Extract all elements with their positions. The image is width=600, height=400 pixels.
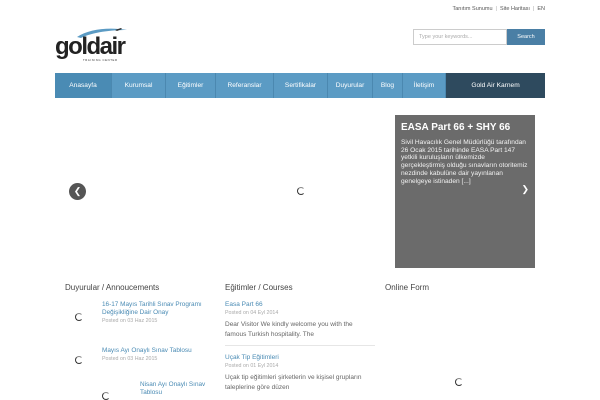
courses-column: Eğitimler / Courses Easa Part 66 Posted …: [215, 276, 375, 400]
announcement-date: Posted on 03 Haz 2015: [102, 317, 158, 324]
online-form-heading: Online Form: [385, 283, 430, 292]
course-title[interactable]: Easa Part 66: [225, 301, 375, 308]
main-nav: Anasayfa Kurumsal Eğitimler Referanslar …: [55, 73, 545, 98]
logo[interactable]: goldair TRAINING CENTER: [55, 27, 130, 62]
loading-spinner-icon: [75, 356, 83, 364]
list-item: 16-17 Mayıs Tarihli Sınav Programı Değiş…: [102, 301, 212, 324]
slider-caption-title[interactable]: EASA Part 66 + SHY 66: [401, 122, 529, 133]
divider: [225, 345, 375, 346]
loading-spinner-icon: [75, 313, 83, 321]
logo-subtitle: TRAINING CENTER: [83, 58, 118, 62]
list-item: Easa Part 66 Posted on 04 Eyl 2014 Dear …: [225, 301, 375, 346]
nav-item-announcements[interactable]: Duyurular: [328, 73, 373, 98]
nav-item-certificates[interactable]: Sertifikalar: [274, 73, 328, 98]
nav-item-contact[interactable]: İletişim: [403, 73, 446, 98]
separator: |: [495, 6, 497, 12]
course-date: Posted on 04 Eyl 2014: [225, 310, 279, 316]
courses-heading: Eğitimler / Courses: [225, 283, 293, 292]
nav-item-gold-air-karnem[interactable]: Gold Air Karnem: [446, 73, 545, 98]
course-date: Posted on 01 Eyl 2014: [225, 363, 279, 369]
list-item: Uçak Tip Eğitimleri Posted on 01 Eyl 201…: [225, 354, 375, 392]
loading-spinner-icon: [102, 392, 110, 400]
nav-item-references[interactable]: Referanslar: [216, 73, 274, 98]
course-excerpt: Dear Visitor We kindly welcome you with …: [225, 321, 353, 338]
search-box: Search: [413, 29, 545, 45]
slider-caption-text: Sivil Havacılık Genel Müdürlüğü tarafınd…: [401, 139, 528, 185]
search-input[interactable]: [413, 29, 507, 45]
announcement-title[interactable]: Nisan Ayı Onaylı Sınav Tablosu: [140, 381, 212, 397]
announcement-title[interactable]: Mayıs Ayı Onaylı Sınav Tablosu: [102, 347, 212, 355]
top-link-language[interactable]: EN: [537, 6, 545, 12]
nav-item-blog[interactable]: Blog: [373, 73, 403, 98]
separator: |: [532, 6, 535, 12]
nav-item-corporate[interactable]: Kurumsal: [112, 73, 166, 98]
list-item: Nisan Ayı Onaylı Sınav Tablosu: [140, 381, 212, 397]
slider-next-button[interactable]: ❯: [521, 184, 529, 195]
nav-item-trainings[interactable]: Eğitimler: [166, 73, 216, 98]
top-links: Tanıtım Sunumu | Site Haritası | EN: [452, 6, 545, 12]
announcements-heading: Duyurular / Annoucements: [65, 283, 160, 292]
loading-spinner-icon: [455, 378, 463, 386]
announcement-title[interactable]: 16-17 Mayıs Tarihli Sınav Programı Değiş…: [102, 301, 212, 317]
content-columns: Duyurular / Annoucements 16-17 Mayıs Tar…: [55, 276, 545, 400]
slider-prev-button[interactable]: ❮: [69, 183, 86, 200]
course-excerpt: Uçak tip eğitimleri şirketlerin ve kişis…: [225, 374, 362, 391]
list-item: Mayıs Ayı Onaylı Sınav Tablosu Posted on…: [102, 347, 212, 362]
top-link-sitemap[interactable]: Site Haritası: [500, 6, 530, 12]
course-title[interactable]: Uçak Tip Eğitimleri: [225, 354, 375, 361]
logo-wordmark: goldair: [55, 33, 126, 60]
announcements-column: Duyurular / Annoucements 16-17 Mayıs Tar…: [55, 276, 215, 400]
search-button[interactable]: Search: [507, 29, 545, 45]
nav-item-home[interactable]: Anasayfa: [55, 73, 112, 98]
loading-spinner-icon: [297, 187, 305, 195]
slider-caption: EASA Part 66 + SHY 66 Sivil Havacılık Ge…: [395, 115, 535, 268]
announcement-date: Posted on 03 Haz 2015: [102, 355, 158, 362]
top-link-presentation[interactable]: Tanıtım Sunumu: [452, 6, 492, 12]
online-form-column: Online Form: [375, 276, 545, 400]
hero-slider: ❮ EASA Part 66 + SHY 66 Sivil Havacılık …: [55, 98, 545, 268]
